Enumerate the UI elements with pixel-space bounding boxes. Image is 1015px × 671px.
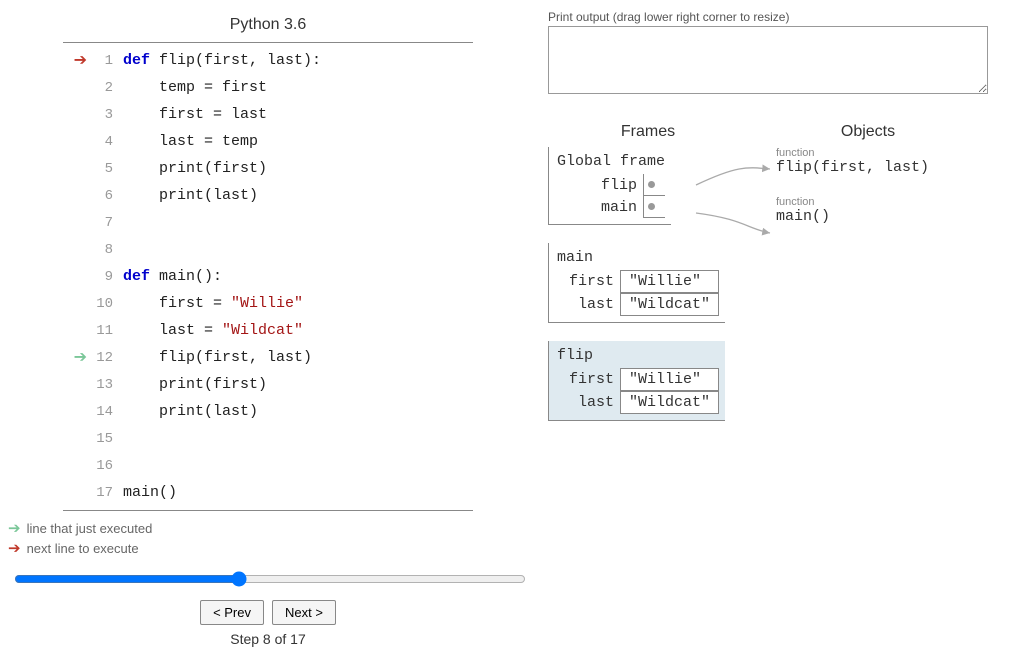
var-value: "Willie": [620, 270, 719, 293]
code-line: 6 print(last): [63, 182, 473, 209]
global-var-flip-row: flip: [589, 174, 665, 196]
step-slider[interactable]: [14, 571, 526, 587]
line-number: 8: [89, 242, 123, 258]
frame-main-title: main: [557, 249, 719, 266]
frame-main: main first "Willie" last "Wildcat": [548, 243, 725, 323]
line-number: 9: [89, 269, 123, 285]
line-number: 12: [89, 350, 123, 366]
line-number: 13: [89, 377, 123, 393]
line-number: 11: [89, 323, 123, 339]
frame-global: Global frame flip main: [548, 147, 671, 225]
frame-global-title: Global frame: [557, 153, 665, 170]
code-text: temp = first: [123, 79, 267, 96]
code-line: 8: [63, 236, 473, 263]
object-signature: flip(first, last): [776, 159, 1008, 176]
arrow-green-icon: ➔: [74, 350, 87, 366]
pointer-dot-icon: [648, 181, 655, 188]
code-text: print(first): [123, 376, 267, 393]
global-var-main-row: main: [589, 196, 665, 218]
print-output[interactable]: [548, 26, 988, 94]
frames-header: Frames: [548, 123, 748, 141]
line-number: 3: [89, 107, 123, 123]
code-line: 4 last = temp: [63, 128, 473, 155]
code-line: 17main(): [63, 479, 473, 506]
main-var-first-row: first "Willie": [557, 270, 719, 293]
line-number: 17: [89, 485, 123, 501]
object-type: function: [776, 147, 1008, 159]
line-number: 16: [89, 458, 123, 474]
code-line: 3 first = last: [63, 101, 473, 128]
var-value: "Willie": [620, 368, 719, 391]
code-text: print(first): [123, 160, 267, 177]
code-text: first = last: [123, 106, 267, 123]
print-output-label: Print output (drag lower right corner to…: [548, 10, 1008, 24]
code-text: print(last): [123, 403, 258, 420]
line-number: 5: [89, 161, 123, 177]
line-number: 6: [89, 188, 123, 204]
code-text: main(): [123, 484, 177, 501]
code-line: 14 print(last): [63, 398, 473, 425]
code-line: 2 temp = first: [63, 74, 473, 101]
frame-flip-title: flip: [557, 347, 719, 364]
code-line: 9def main():: [63, 263, 473, 290]
flip-var-last-row: last "Wildcat": [557, 391, 719, 414]
object-type: function: [776, 196, 1008, 208]
var-name: last: [557, 391, 620, 414]
legend-green-text: line that just executed: [27, 521, 153, 536]
pointer-dot-icon: [648, 203, 655, 210]
legend-red-text: next line to execute: [27, 541, 139, 556]
code-text: print(last): [123, 187, 258, 204]
code-text: def main():: [123, 268, 222, 285]
line-number: 7: [89, 215, 123, 231]
arrow-red-icon: ➔: [8, 539, 21, 557]
arrow-red-icon: ➔: [74, 53, 87, 69]
code-panel: Python 3.6 ➔1def flip(first, last):2 tem…: [63, 16, 473, 511]
arrow-green-icon: ➔: [8, 519, 21, 537]
code-text: last = temp: [123, 133, 258, 150]
code-text: def flip(first, last):: [123, 52, 321, 69]
line-number: 10: [89, 296, 123, 312]
line-number: 14: [89, 404, 123, 420]
var-value: "Wildcat": [620, 293, 719, 316]
step-label: Step 8 of 17: [8, 631, 528, 647]
line-number: 1: [89, 53, 123, 69]
next-button[interactable]: Next >: [272, 600, 336, 625]
code-line: 11 last = "Wildcat": [63, 317, 473, 344]
code-line: ➔12 flip(first, last): [63, 344, 473, 371]
objects-header: Objects: [748, 123, 988, 141]
visualization-area: Global frame flip main main: [548, 147, 1008, 439]
var-value: "Wildcat": [620, 391, 719, 414]
code-line: 10 first = "Willie": [63, 290, 473, 317]
legend: ➔ line that just executed ➔ next line to…: [8, 519, 528, 557]
object-function-flip: function flip(first, last): [776, 147, 1008, 176]
prev-button[interactable]: < Prev: [200, 600, 264, 625]
code-lines: ➔1def flip(first, last):2 temp = first3 …: [63, 42, 473, 511]
code-text: first = "Willie": [123, 295, 303, 312]
frame-flip: flip first "Willie" last "Wildcat": [548, 341, 725, 421]
flip-var-first-row: first "Willie": [557, 368, 719, 391]
code-line: 5 print(first): [63, 155, 473, 182]
main-var-last-row: last "Wildcat": [557, 293, 719, 316]
var-name: flip: [589, 174, 643, 196]
line-number: 4: [89, 134, 123, 150]
var-name: main: [589, 196, 643, 218]
code-line: 7: [63, 209, 473, 236]
var-name: last: [557, 293, 620, 316]
code-text: flip(first, last): [123, 349, 312, 366]
language-header: Python 3.6: [63, 16, 473, 34]
line-number: 2: [89, 80, 123, 96]
code-line: 13 print(first): [63, 371, 473, 398]
code-line: 16: [63, 452, 473, 479]
code-line: 15: [63, 425, 473, 452]
object-signature: main(): [776, 208, 1008, 225]
var-name: first: [557, 368, 620, 391]
object-function-main: function main(): [776, 196, 1008, 225]
code-text: last = "Wildcat": [123, 322, 303, 339]
code-line: ➔1def flip(first, last):: [63, 47, 473, 74]
var-name: first: [557, 270, 620, 293]
line-number: 15: [89, 431, 123, 447]
